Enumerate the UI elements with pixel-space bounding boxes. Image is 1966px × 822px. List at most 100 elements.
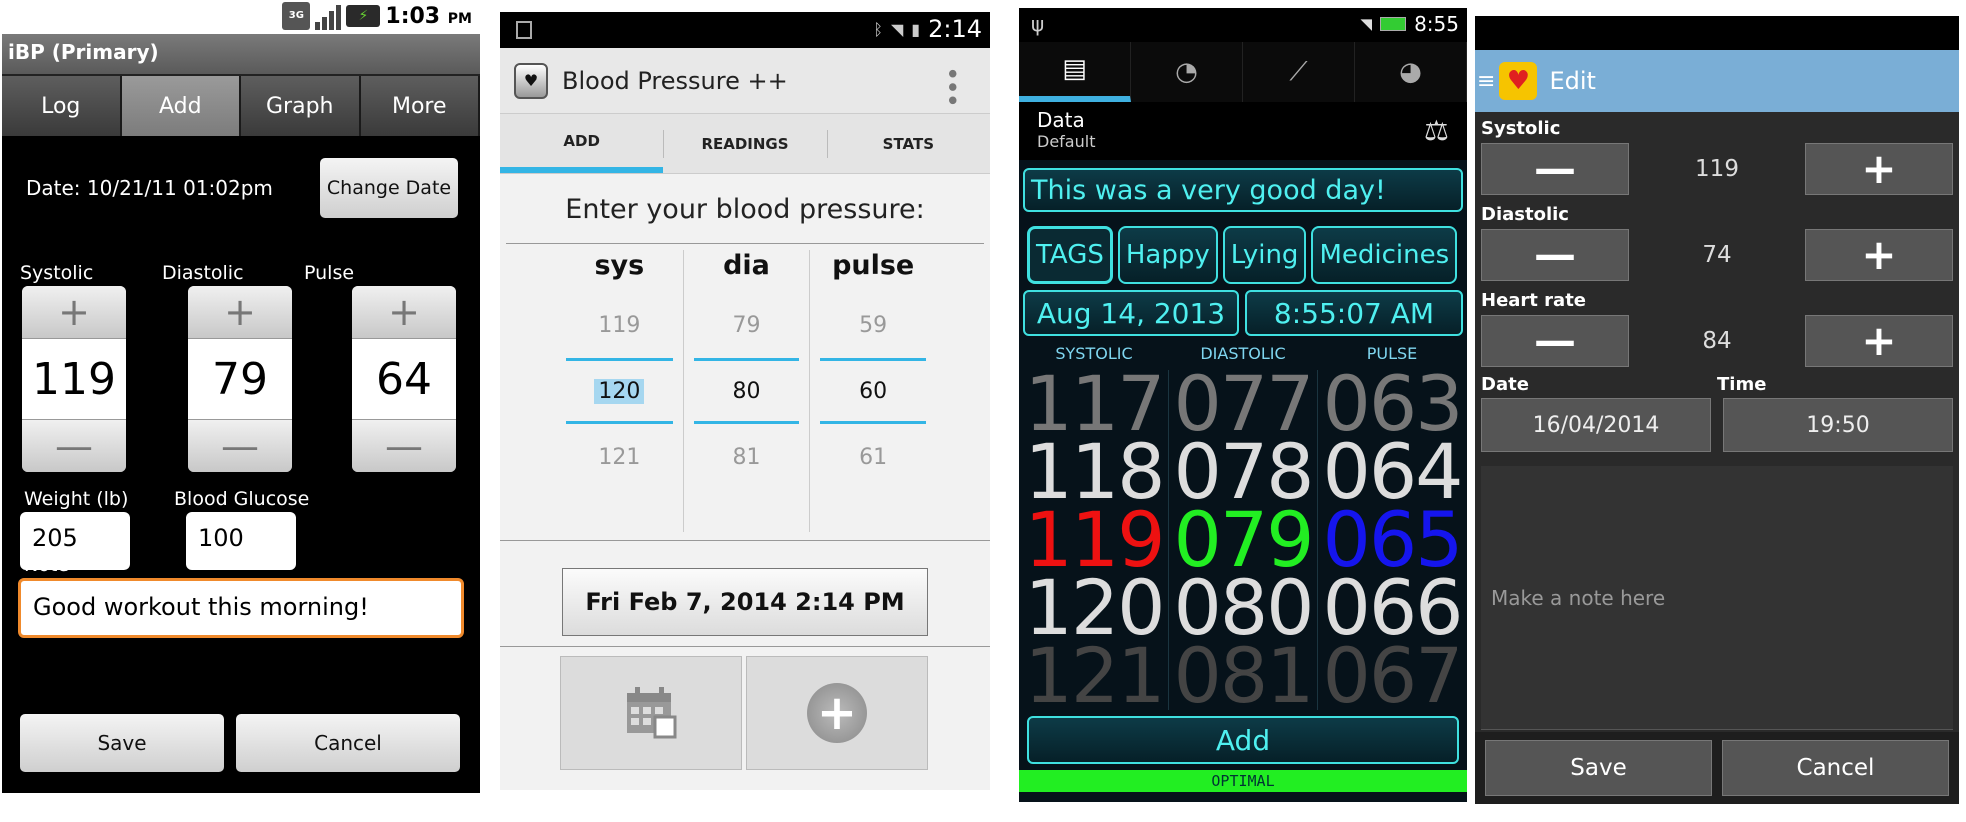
list-icon: ▤ xyxy=(1062,54,1087,84)
add-reading-button[interactable]: + xyxy=(746,656,928,770)
sys-picker[interactable]: sys 119 120 121 xyxy=(556,250,683,532)
date-field[interactable]: Aug 14, 2013 xyxy=(1023,290,1239,336)
diastolic-header: DIASTOLIC xyxy=(1200,344,1286,363)
sys-next-value[interactable]: 121 xyxy=(556,424,683,490)
dia-prev-value[interactable]: 79 xyxy=(684,292,810,358)
add-form: Date: 10/21/11 01:02pm Change Date Systo… xyxy=(2,136,480,793)
tag-happy[interactable]: Happy xyxy=(1117,226,1218,284)
tab-graph[interactable]: Graph xyxy=(241,76,361,136)
data-profile: Default xyxy=(1037,132,1096,151)
wheel-item: 121 xyxy=(1024,631,1165,711)
diastolic-increment-button[interactable]: + xyxy=(188,286,292,338)
heart-rate-value: 84 xyxy=(1702,328,1732,354)
diastolic-value[interactable]: 79 xyxy=(188,338,292,420)
data-header: Data Default ⚖ xyxy=(1019,102,1467,160)
app-logo-icon: ♥ xyxy=(1499,62,1538,100)
line-chart-icon: ⟋ xyxy=(1289,56,1308,87)
date-label: Date xyxy=(1481,374,1529,395)
pulse-selected-value[interactable]: 60 xyxy=(820,358,926,424)
systolic-value[interactable]: 119 xyxy=(22,338,126,420)
pulse-next-value[interactable]: 61 xyxy=(810,424,936,490)
cancel-button[interactable]: Cancel xyxy=(236,714,460,772)
tag-list: TAGS Happy Lying Medicines F xyxy=(1027,226,1459,284)
diastolic-row: — 74 + xyxy=(1475,226,1959,284)
bluetooth-icon: ᛒ xyxy=(873,19,883,39)
datetime-button[interactable]: Fri Feb 7, 2014 2:14 PM xyxy=(562,568,928,636)
tab-add[interactable]: Add xyxy=(121,76,241,136)
pulse-prev-value[interactable]: 59 xyxy=(810,292,936,358)
datetime-labels: Date Time xyxy=(1475,370,1959,398)
status-time: 1:03 PM xyxy=(385,3,472,29)
systolic-row: — 119 + xyxy=(1475,140,1959,198)
dia-selected-value[interactable]: 80 xyxy=(693,358,800,424)
pulse-increment-button[interactable]: + xyxy=(352,286,456,338)
action-footer: Save Cancel xyxy=(1475,732,1959,804)
dia-picker[interactable]: dia 79 80 81 xyxy=(682,250,810,532)
cancel-button[interactable]: Cancel xyxy=(1722,740,1949,796)
note-input[interactable]: Good workout this morning! xyxy=(18,578,464,638)
glucose-label: Blood Glucose xyxy=(174,488,310,510)
heart-rate-decrement-button[interactable]: — xyxy=(1481,315,1629,367)
status-bar xyxy=(1475,16,1959,50)
diastolic-increment-button[interactable]: + xyxy=(1805,229,1953,281)
dia-next-value[interactable]: 81 xyxy=(684,424,810,490)
tab-gauge[interactable]: ◔ xyxy=(1131,42,1243,102)
tab-readings[interactable]: READINGS xyxy=(663,114,826,173)
tab-data[interactable]: ▤ xyxy=(1019,42,1131,102)
tab-chart[interactable]: ⟋ xyxy=(1243,42,1355,102)
systolic-decrement-button[interactable]: — xyxy=(1481,143,1629,195)
time-field[interactable]: 8:55:07 AM xyxy=(1245,290,1463,336)
time-field[interactable]: 19:50 xyxy=(1723,398,1953,452)
drawer-icon[interactable]: ≡ xyxy=(1477,69,1495,94)
tab-bar: ADD READINGS STATS xyxy=(500,114,990,174)
note-input[interactable]: Make a note here xyxy=(1481,466,1953,730)
date-field[interactable]: 16/04/2014 xyxy=(1481,398,1711,452)
tag-medicines[interactable]: Medicines xyxy=(1311,226,1458,284)
bp-number-picker: sys 119 120 121 dia 79 80 81 pulse 59 60… xyxy=(556,250,936,532)
tab-log[interactable]: Log xyxy=(2,76,122,136)
tags-button[interactable]: TAGS xyxy=(1027,226,1113,284)
app-bar: ♥ Blood Pressure ++ ••• xyxy=(500,48,990,114)
systolic-increment-button[interactable]: + xyxy=(1805,143,1953,195)
sys-selected-text: 120 xyxy=(594,378,645,404)
save-button[interactable]: Save xyxy=(20,714,224,772)
systolic-label: Systolic xyxy=(20,262,94,284)
glucose-input[interactable]: 100 xyxy=(186,512,296,570)
systolic-stepper: + 119 — xyxy=(22,286,126,472)
pulse-decrement-button[interactable]: — xyxy=(352,420,456,472)
pulse-wheel[interactable]: 063 064 065 066 067 xyxy=(1317,370,1467,710)
status-bar: ᛒ ◥ ▮ 2:14 xyxy=(500,12,990,48)
battery-icon xyxy=(1380,17,1407,31)
tab-stats[interactable]: ◕ xyxy=(1355,42,1467,102)
systolic-increment-button[interactable]: + xyxy=(22,286,126,338)
sys-selected-value[interactable]: 120 xyxy=(566,358,673,424)
save-button[interactable]: Save xyxy=(1485,740,1712,796)
pulse-header: pulse xyxy=(832,250,915,281)
diastolic-decrement-button[interactable]: — xyxy=(1481,229,1629,281)
tab-add[interactable]: ADD xyxy=(500,114,664,173)
tab-bar: Log Add Graph More xyxy=(2,74,480,136)
day-note-field[interactable]: This was a very good day! xyxy=(1023,168,1463,212)
tag-lying[interactable]: Lying xyxy=(1222,226,1307,284)
tab-more[interactable]: More xyxy=(360,76,480,136)
systolic-decrement-button[interactable]: — xyxy=(22,420,126,472)
tab-stats[interactable]: STATS xyxy=(826,114,990,173)
add-button[interactable]: Add xyxy=(1027,716,1459,764)
usb-icon: ψ xyxy=(1031,12,1045,36)
change-date-button[interactable]: Change Date xyxy=(320,158,458,218)
bp-dark-screen: ψ ◥ 8:55 ▤ ◔ ⟋ ◕ Data Default ⚖ This was… xyxy=(1019,8,1467,802)
pulse-label: Pulse xyxy=(304,262,355,284)
heart-rate-label: Heart rate xyxy=(1481,290,1587,311)
systolic-wheel[interactable]: 117 118 119 120 121 xyxy=(1019,370,1169,710)
nav-icon-bar: ▤ ◔ ⟋ ◕ xyxy=(1019,42,1467,102)
diastolic-wheel[interactable]: 077 078 079 080 081 xyxy=(1168,370,1318,710)
heart-rate-increment-button[interactable]: + xyxy=(1805,315,1953,367)
overflow-menu-icon[interactable]: ••• xyxy=(936,66,966,106)
scale-icon[interactable]: ⚖ xyxy=(1424,114,1449,147)
note-label: Note xyxy=(24,554,69,576)
diastolic-decrement-button[interactable]: — xyxy=(188,420,292,472)
pulse-picker[interactable]: pulse 59 60 61 xyxy=(809,250,936,532)
calendar-button[interactable] xyxy=(560,656,742,770)
sys-prev-value[interactable]: 119 xyxy=(556,292,683,358)
pulse-value[interactable]: 64 xyxy=(352,338,456,420)
